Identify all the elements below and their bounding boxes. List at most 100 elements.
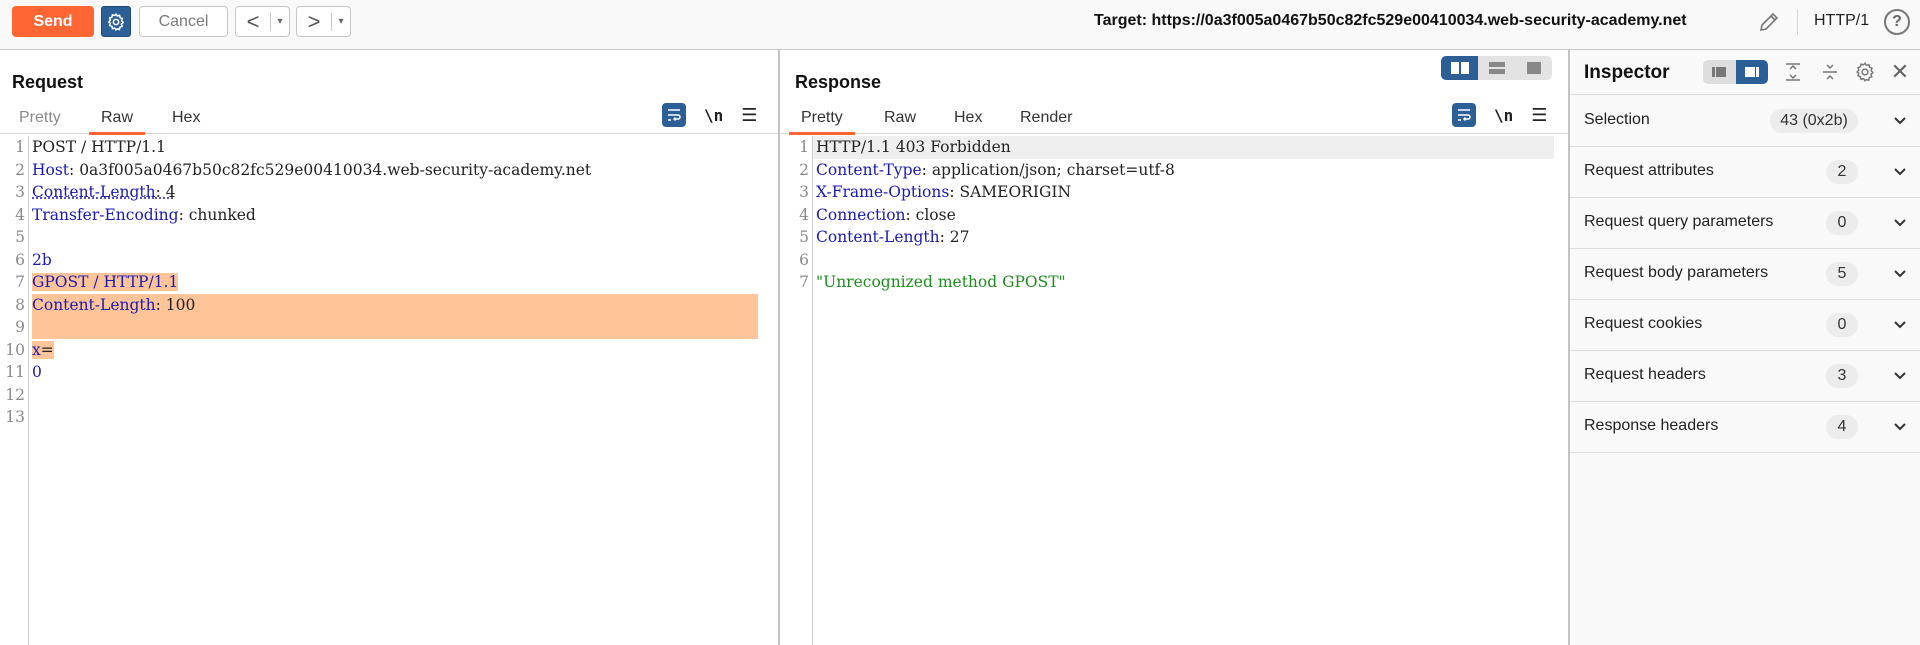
response-tab-hex[interactable]: Hex [954, 109, 982, 134]
response-tab-render[interactable]: Render [1020, 109, 1072, 134]
line-content: Content-Type: application/json; charset=… [816, 159, 1175, 182]
line-number: 7 [799, 273, 809, 291]
help-icon[interactable]: ? [1884, 9, 1910, 35]
layout-tabs-button[interactable] [1515, 56, 1552, 80]
word-wrap-toggle-icon[interactable] [1452, 103, 1476, 127]
response-tab-raw[interactable]: Raw [884, 109, 916, 134]
header-name: Content-Length [816, 228, 940, 246]
code-line[interactable]: 12 [0, 384, 778, 407]
code-line[interactable]: 3 Content-Length: 4 [0, 181, 778, 204]
target-url: Target: https://0a3f005a0467b50c82fc529e… [1094, 12, 1687, 29]
inspector-section[interactable]: Selection 43 (0x2b) [1570, 96, 1920, 147]
forward-button[interactable]: > ▾ [296, 6, 351, 37]
code-line[interactable]: 10 x= [0, 339, 778, 362]
header-name: Content-Length [32, 295, 156, 314]
line-value: : SAMEORIGIN [949, 183, 1072, 201]
line-number: 13 [5, 408, 25, 426]
back-arrow-icon[interactable]: < [236, 8, 270, 36]
request-tab-raw[interactable]: Raw [88, 109, 146, 135]
request-editor[interactable]: 1 POST / HTTP/1.1 2 Host: 0a3f005a0467b50c8… [0, 136, 778, 645]
show-newlines-icon[interactable]: \n [704, 106, 723, 125]
forward-history-dropdown-icon[interactable]: ▾ [332, 16, 350, 27]
code-line[interactable]: 4 Connection: close [780, 204, 1568, 227]
chevron-down-icon[interactable] [1890, 212, 1910, 232]
back-button[interactable]: < ▾ [235, 6, 290, 37]
request-tab-hex[interactable]: Hex [172, 109, 200, 134]
layout-stacked-button[interactable] [1478, 56, 1515, 80]
inspector-section[interactable]: Request query parameters 0 [1570, 198, 1920, 249]
line-content: 2b [32, 249, 52, 272]
chevron-down-icon[interactable] [1890, 416, 1910, 436]
code-line[interactable]: 6 [780, 249, 1568, 272]
inspector-section-label: Selection [1584, 111, 1650, 128]
inspector-section-label: Response headers [1584, 417, 1719, 434]
protocol-selector[interactable]: HTTP/1 [1814, 12, 1869, 30]
code-line[interactable]: 5 [0, 226, 778, 249]
line-number: 4 [799, 205, 809, 224]
request-title: Request [12, 72, 84, 92]
chevron-down-icon[interactable] [1890, 365, 1910, 385]
line-value: : 4 [155, 183, 176, 201]
editor-menu-icon[interactable]: ☰ [1531, 105, 1547, 126]
line-number: 3 [15, 183, 25, 201]
code-line[interactable]: 1 HTTP/1.1 403 Forbidden [780, 136, 1568, 159]
inspector-section-label: Request query parameters [1584, 213, 1774, 230]
inspector-section-label: Request body parameters [1584, 264, 1769, 281]
line-number: 3 [799, 183, 809, 201]
code-line[interactable]: 5 Content-Length: 27 [780, 226, 1568, 249]
inspector-panel: Inspector ✕ Selection 43 (0x2b) Request at… [1570, 50, 1920, 645]
response-tab-pretty[interactable]: Pretty [789, 109, 855, 135]
inspector-section[interactable]: Response headers 4 [1570, 402, 1920, 453]
code-line[interactable]: 1 POST / HTTP/1.1 [0, 136, 778, 159]
line-value: 0 [32, 363, 42, 381]
expand-all-icon[interactable] [1781, 60, 1805, 84]
line-content: Host: 0a3f005a0467b50c82fc529e00410034.w… [32, 159, 591, 182]
code-line[interactable]: 11 0 [0, 361, 778, 384]
line-number: 1 [799, 138, 809, 156]
editor-menu-icon[interactable]: ☰ [741, 105, 757, 126]
back-history-dropdown-icon[interactable]: ▾ [271, 16, 289, 27]
code-line[interactable]: 7 "Unrecognized method GPOST" [780, 271, 1568, 294]
code-line[interactable]: 8 Content-Length: 100 [0, 294, 778, 317]
request-tab-pretty[interactable]: Pretty [19, 109, 61, 134]
inspector-layout-right-button[interactable] [1735, 60, 1768, 84]
inspector-section-count: 4 [1826, 415, 1858, 439]
forward-arrow-icon[interactable]: > [297, 8, 331, 36]
inspector-section[interactable]: Request headers 3 [1570, 351, 1920, 402]
word-wrap-toggle-icon[interactable] [662, 103, 686, 127]
code-line[interactable]: 2 Content-Type: application/json; charset… [780, 159, 1568, 182]
line-value: : 27 [939, 228, 970, 246]
response-title: Response [795, 72, 882, 92]
inspector-section[interactable]: Request attributes 2 [1570, 147, 1920, 198]
collapse-all-icon[interactable] [1818, 60, 1842, 84]
code-line[interactable]: 7 GPOST / HTTP/1.1 [0, 271, 778, 294]
code-line[interactable]: 4 Transfer-Encoding: chunked [0, 204, 778, 227]
inspector-section[interactable]: Request cookies 0 [1570, 300, 1920, 351]
code-line[interactable]: 2 Host: 0a3f005a0467b50c82fc529e00410034.… [0, 159, 778, 182]
inspector-layout-left-button[interactable] [1703, 60, 1736, 84]
line-number: 9 [15, 318, 25, 336]
code-line[interactable]: 6 2b [0, 249, 778, 272]
inspector-title: Inspector [1584, 62, 1670, 83]
inspector-settings-gear-icon[interactable] [1853, 60, 1877, 84]
cancel-button[interactable]: Cancel [139, 6, 228, 37]
send-button[interactable]: Send [12, 6, 94, 37]
request-editor-tools: \n ☰ [662, 102, 757, 128]
code-line[interactable]: 3 X-Frame-Options: SAMEORIGIN [780, 181, 1568, 204]
chevron-down-icon[interactable] [1890, 314, 1910, 334]
inspector-section[interactable]: Request body parameters 5 [1570, 249, 1920, 300]
code-line[interactable]: 13 [0, 406, 778, 429]
settings-button[interactable] [101, 6, 131, 37]
chevron-down-icon[interactable] [1890, 110, 1910, 130]
layout-side-by-side-button[interactable] [1441, 56, 1478, 80]
chevron-down-icon[interactable] [1890, 263, 1910, 283]
line-content: "Unrecognized method GPOST" [816, 271, 1066, 294]
show-newlines-icon[interactable]: \n [1494, 106, 1513, 125]
chevron-down-icon[interactable] [1890, 161, 1910, 181]
edit-target-pencil-icon[interactable] [1757, 10, 1781, 34]
code-line[interactable]: 9 [0, 316, 778, 339]
line-number: 6 [15, 250, 25, 269]
response-editor[interactable]: 1 HTTP/1.1 403 Forbidden 2 Content-Type: ap… [780, 136, 1568, 645]
line-content: Connection: close [816, 204, 956, 227]
close-inspector-icon[interactable]: ✕ [1888, 59, 1912, 84]
